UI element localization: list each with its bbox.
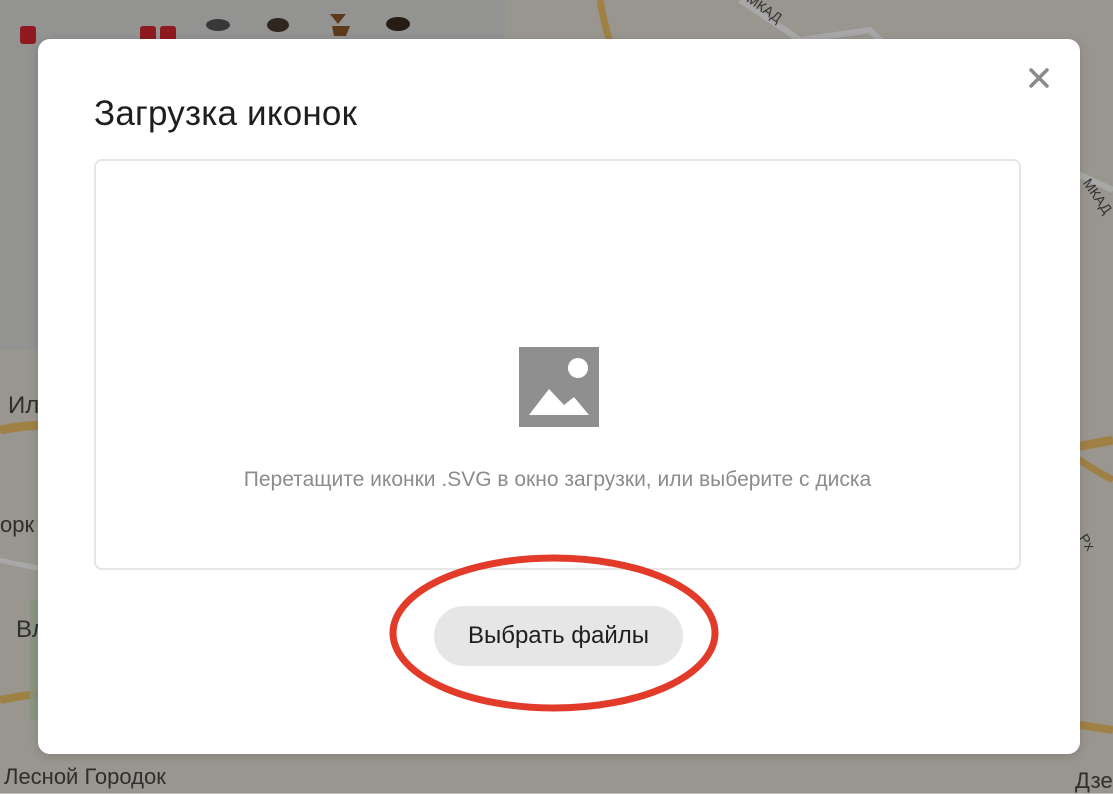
close-icon xyxy=(1029,68,1049,88)
choose-files-button[interactable]: Выбрать файлы xyxy=(434,606,683,666)
upload-icons-dialog: Загрузка иконок Перетащите иконки .SVG в… xyxy=(38,39,1080,754)
dialog-title: Загрузка иконок xyxy=(94,94,358,133)
dropzone-hint: Перетащите иконки .SVG в окно загрузки, … xyxy=(243,468,872,491)
file-dropzone[interactable]: Перетащите иконки .SVG в окно загрузки, … xyxy=(94,159,1021,570)
close-button[interactable] xyxy=(1024,63,1054,93)
image-placeholder-icon xyxy=(519,347,599,427)
